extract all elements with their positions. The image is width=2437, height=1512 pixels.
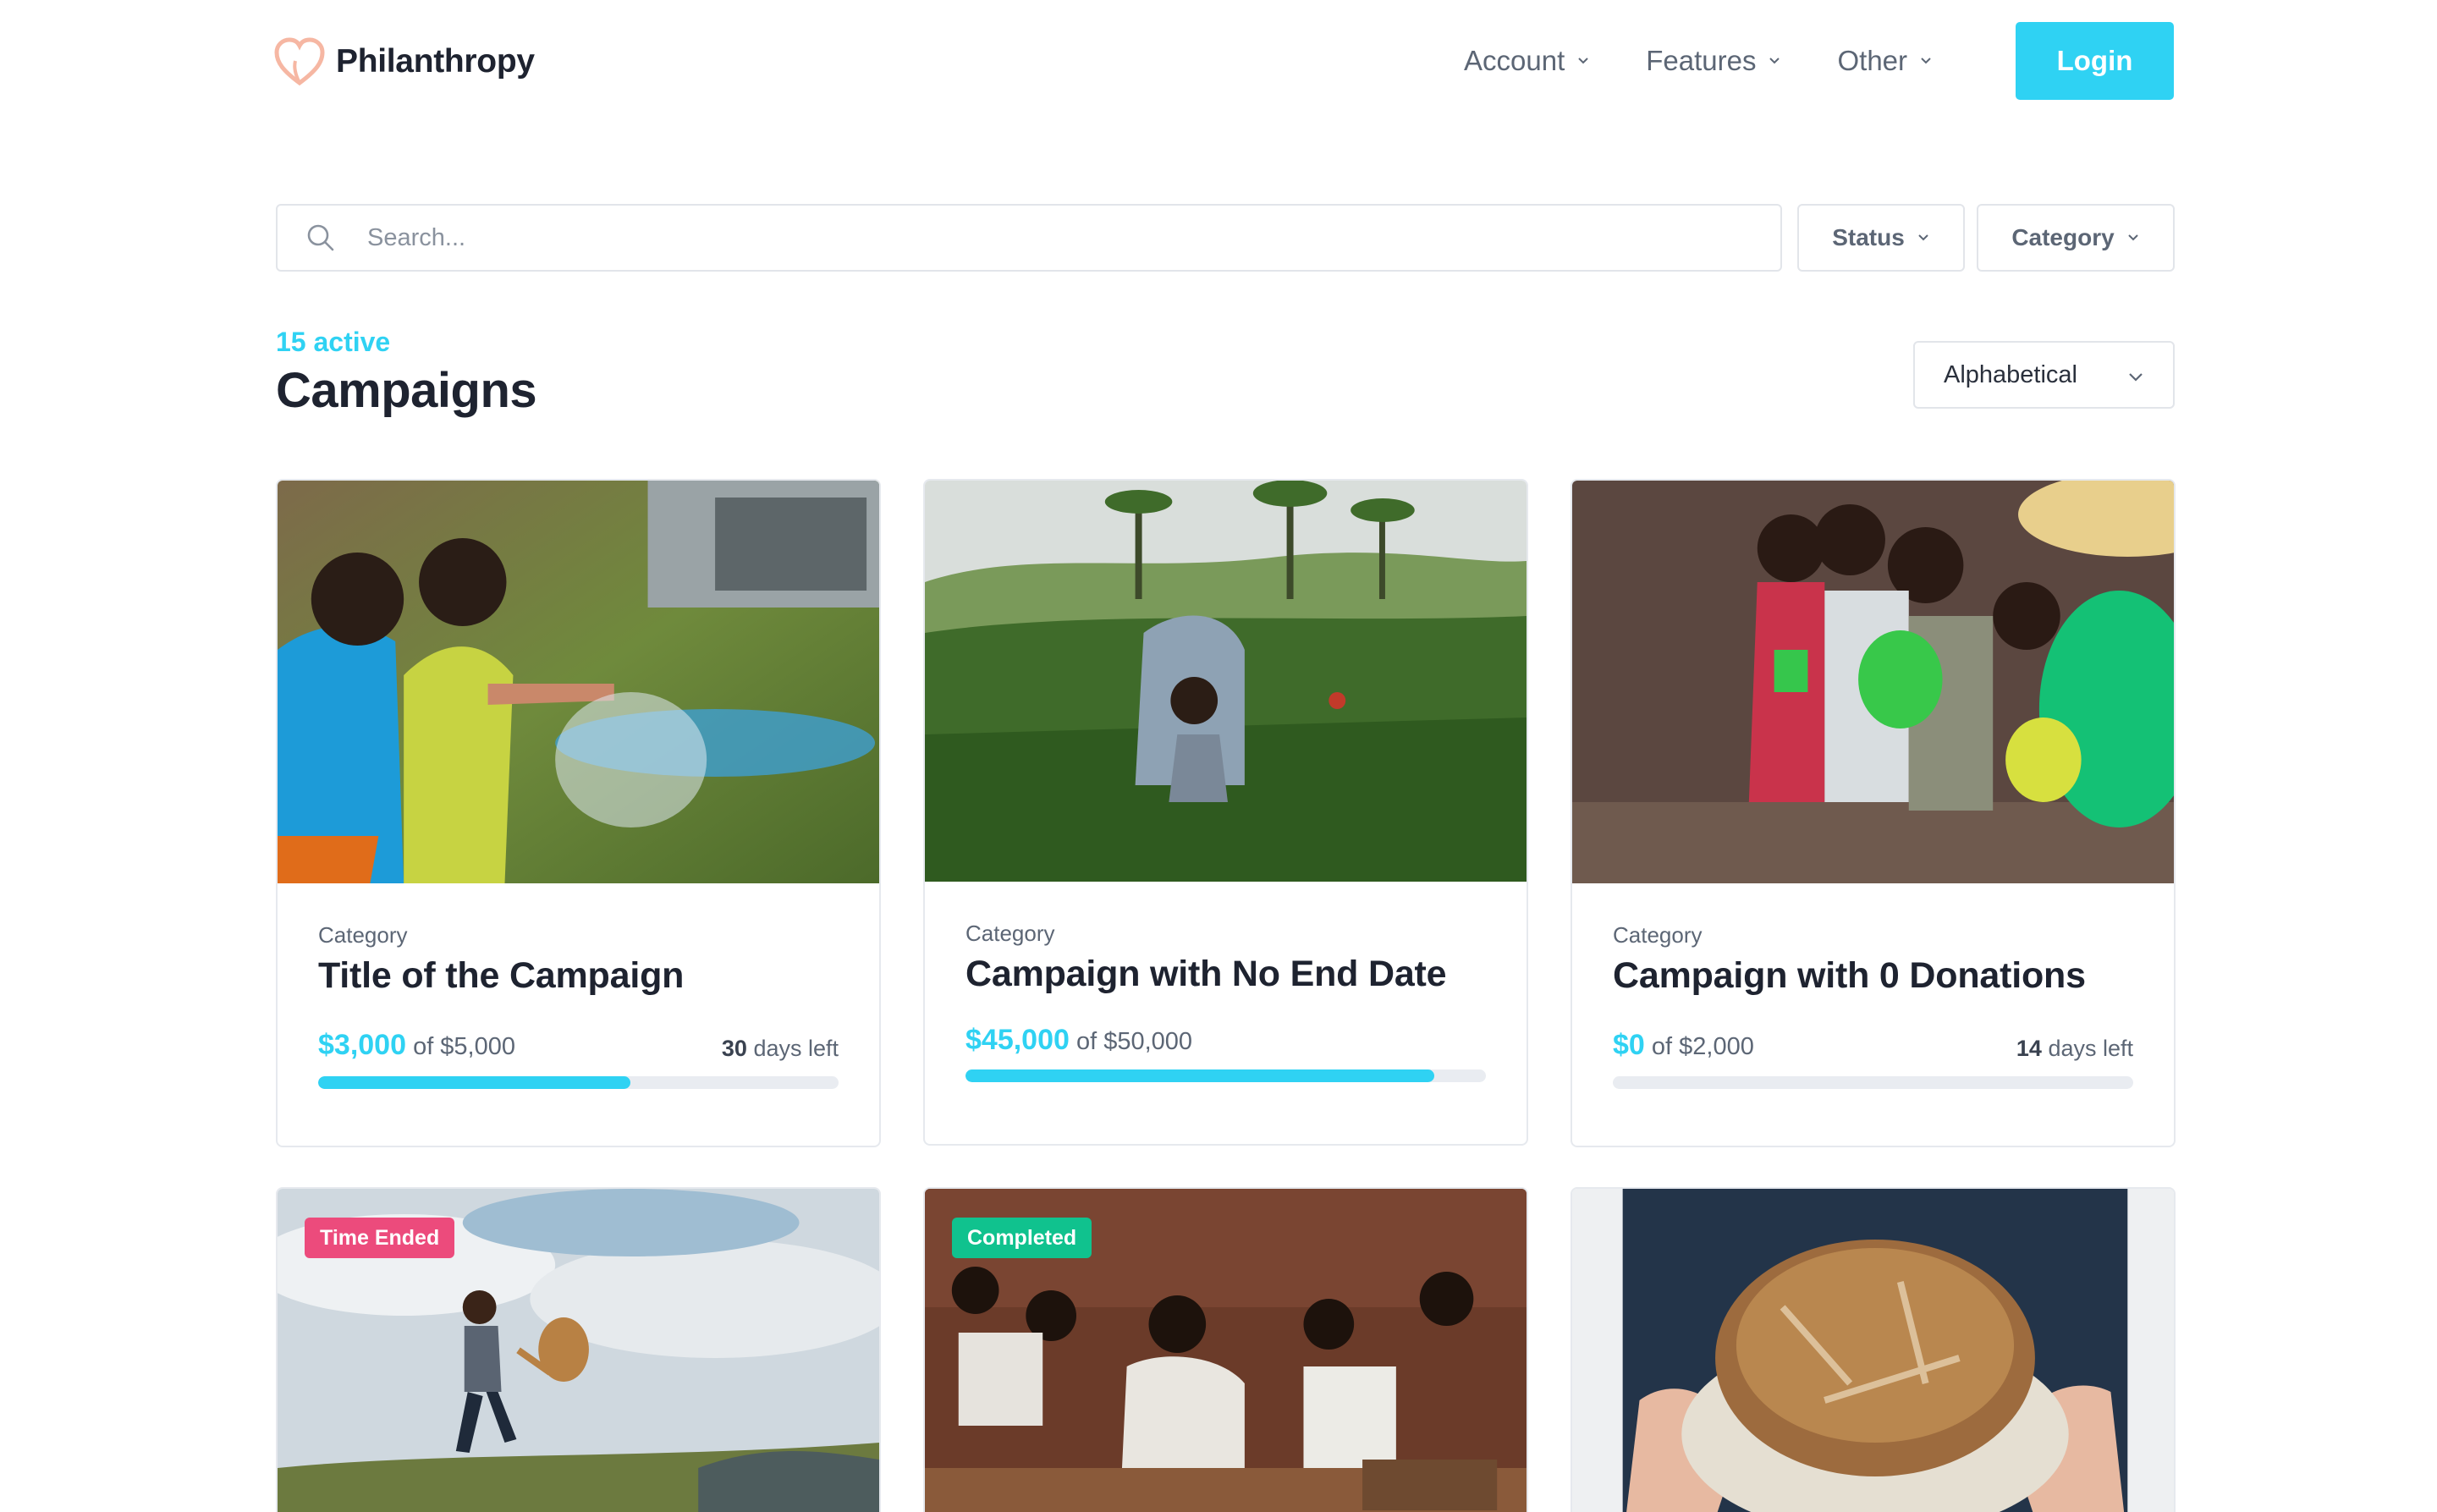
campaign-title: Title of the Campaign (318, 955, 685, 996)
search-input[interactable] (367, 223, 1721, 252)
days-left-number: 14 (2016, 1036, 2042, 1061)
nav-features-label: Features (1646, 45, 1757, 76)
raised-amount: $45,000 (965, 1024, 1070, 1056)
chevron-down-icon (1918, 234, 1928, 241)
heart-logo-icon (274, 37, 325, 86)
status-filter[interactable]: Status (1797, 204, 1965, 272)
campaign-card[interactable]: Completed (923, 1187, 1528, 1512)
campaign-image (925, 481, 1527, 882)
search-icon (307, 224, 334, 251)
campaign-title: Campaign with No End Date (965, 954, 1447, 994)
progress-fill (318, 1076, 630, 1089)
days-left: 30 days left (722, 1036, 839, 1062)
chevron-down-icon (1921, 58, 1931, 64)
login-button[interactable]: Login (2016, 22, 2174, 100)
campaign-category: Category (965, 921, 1055, 946)
nav-features[interactable]: Features (1646, 45, 1781, 77)
chevron-down-icon (1578, 58, 1588, 64)
campaign-title: Campaign with 0 Donations (1613, 955, 2086, 996)
category-filter[interactable]: Category (1977, 204, 2175, 272)
days-left-number: 30 (721, 1036, 747, 1061)
campaign-category: Category (318, 922, 408, 948)
chevron-down-icon (2127, 234, 2138, 241)
brand-logo[interactable]: Philanthropy (273, 37, 535, 86)
campaign-image (278, 481, 879, 883)
campaign-card[interactable] (1571, 1187, 2176, 1512)
campaign-raised: $45,000 of $50,000 (965, 1024, 1192, 1057)
campaign-image (1572, 481, 2174, 883)
nav-other-label: Other (1837, 45, 1908, 76)
page-title: Campaigns (276, 363, 537, 418)
days-left-suffix: days left (746, 1036, 839, 1061)
nav-account-label: Account (1464, 45, 1565, 76)
nav-other[interactable]: Other (1837, 45, 1933, 77)
campaign-card[interactable]: Time Ended (276, 1187, 881, 1512)
progress-fill (965, 1069, 1434, 1082)
goal-text: of $50,000 (1075, 1028, 1193, 1055)
goal-text: of $5,000 (413, 1033, 516, 1060)
active-count: 15 active (276, 327, 391, 357)
children-balloons-image (1572, 481, 2174, 883)
campaign-category: Category (1613, 922, 1703, 948)
campaign-image (1572, 1189, 2174, 1512)
days-left-suffix: days left (2041, 1036, 2133, 1061)
progress-bar (965, 1069, 1486, 1082)
nav-account[interactable]: Account (1464, 45, 1590, 77)
chevron-down-icon (2129, 373, 2143, 382)
campaign-raised: $3,000 of $5,000 (318, 1029, 515, 1062)
chevron-down-icon (1769, 58, 1780, 64)
progress-bar (1613, 1076, 2133, 1089)
search-box (276, 204, 1782, 272)
raised-amount: $3,000 (318, 1029, 406, 1061)
brand-name: Philanthropy (336, 43, 535, 80)
sort-select-value: Alphabetical (1944, 360, 2077, 388)
children-water-image (278, 481, 879, 883)
status-filter-label: Status (1832, 224, 1905, 250)
campaign-card[interactable]: Category Campaign with No End Date $45,0… (923, 479, 1528, 1146)
category-filter-label: Category (2011, 224, 2115, 250)
farmer-field-image (925, 481, 1527, 882)
sort-select[interactable]: Alphabetical (1913, 341, 2175, 409)
status-badge: Time Ended (305, 1218, 455, 1258)
goal-text: of $2,000 (1651, 1033, 1754, 1060)
days-left: 14 days left (2016, 1036, 2133, 1062)
campaign-card[interactable]: Category Campaign with 0 Donations $0 of… (1571, 479, 2176, 1147)
campaign-card[interactable]: Category Title of the Campaign $3,000 of… (276, 479, 881, 1147)
status-badge: Completed (952, 1218, 1092, 1258)
raised-amount: $0 (1613, 1029, 1645, 1061)
main-nav: Account Features Other (1464, 22, 1989, 100)
bread-hands-image (1572, 1189, 2174, 1512)
progress-bar (318, 1076, 839, 1089)
campaign-raised: $0 of $2,000 (1613, 1029, 1754, 1062)
